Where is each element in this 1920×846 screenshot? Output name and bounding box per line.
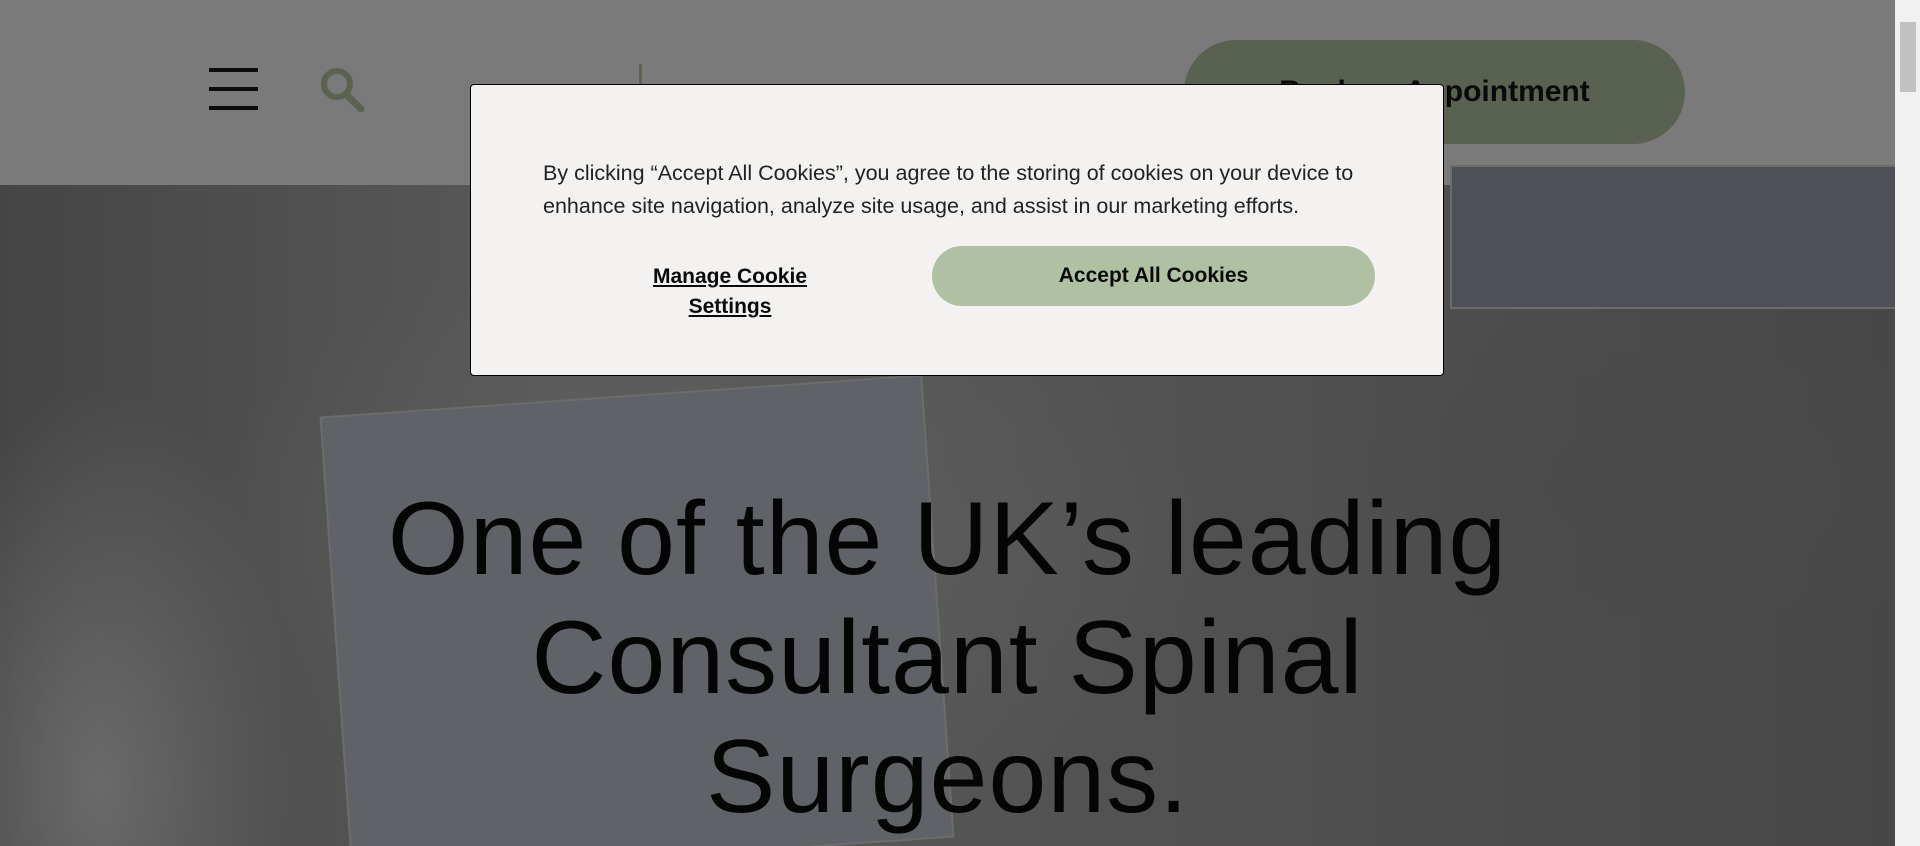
hamburger-icon[interactable] xyxy=(209,68,258,110)
scrollbar-thumb[interactable] xyxy=(1900,22,1916,92)
cookie-consent-dialog: By clicking “Accept All Cookies”, you ag… xyxy=(470,84,1444,376)
manage-cookie-settings-link[interactable]: Manage Cookie Settings xyxy=(610,262,850,318)
headline-line: Surgeons. xyxy=(705,719,1190,835)
search-icon[interactable] xyxy=(318,66,368,112)
headline-line: Consultant Spinal xyxy=(531,600,1364,716)
accept-all-cookies-button[interactable]: Accept All Cookies xyxy=(932,246,1375,306)
cookie-message: By clicking “Accept All Cookies”, you ag… xyxy=(543,161,1354,218)
headline-line: One of the UK’s leading xyxy=(387,481,1508,597)
page: Book an Appointment One of the UK’s lead… xyxy=(0,0,1895,846)
hero-background-image xyxy=(1450,165,1895,309)
scrollbar[interactable] xyxy=(1895,0,1920,846)
hero-headline: One of the UK’s leading Consultant Spina… xyxy=(0,480,1895,837)
